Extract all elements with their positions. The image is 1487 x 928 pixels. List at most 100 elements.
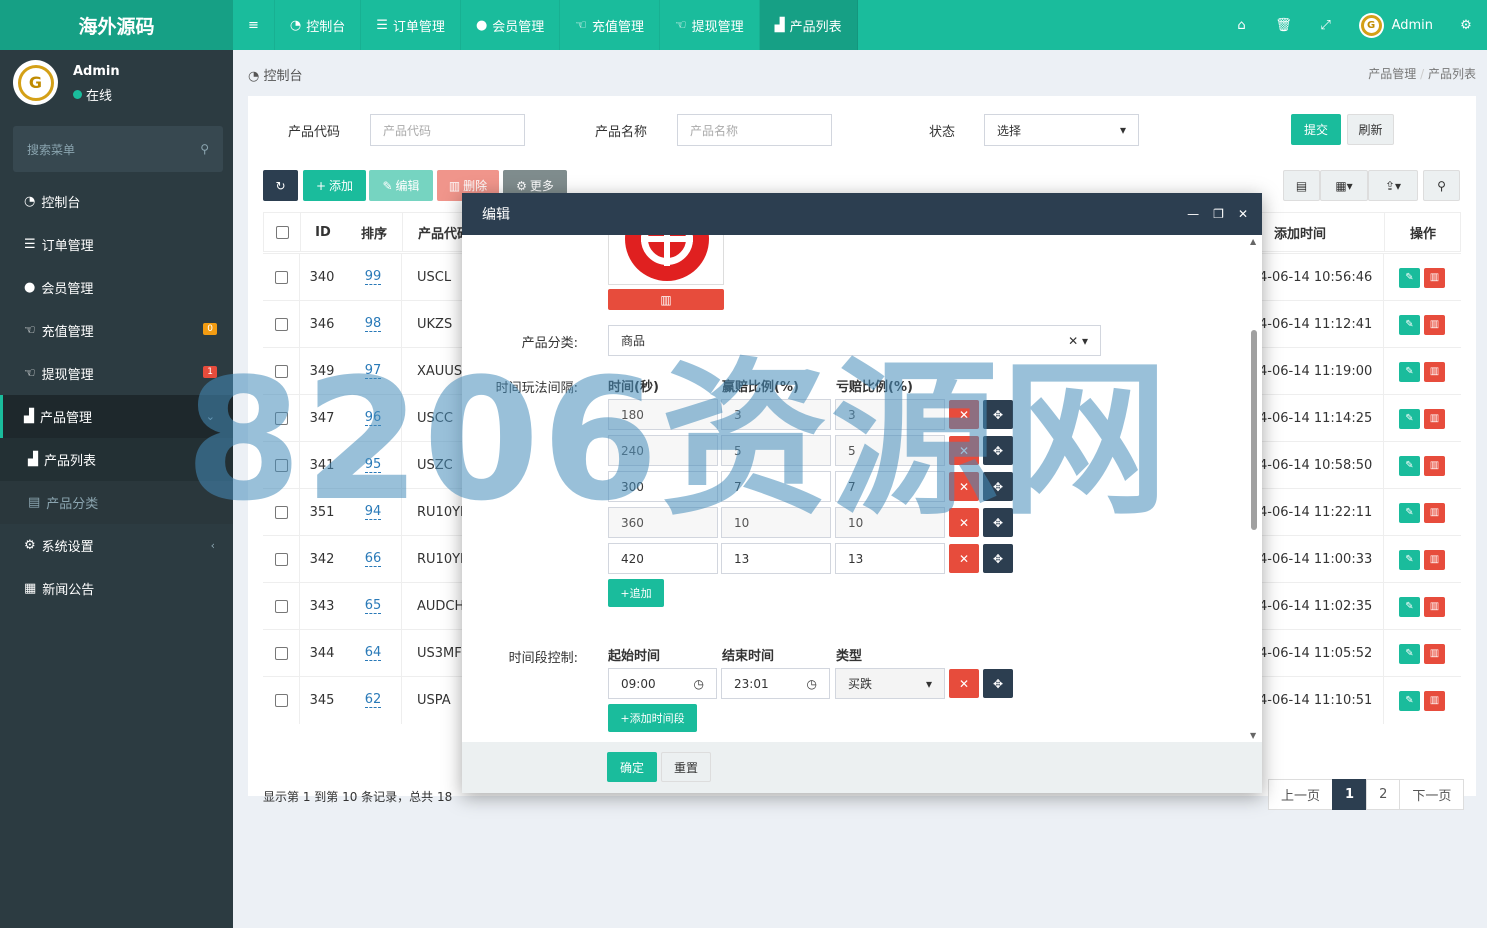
topnav-withdraw[interactable]: ☜ 提现管理 bbox=[660, 0, 760, 50]
interval-win-input[interactable]: 7 bbox=[721, 471, 831, 502]
interval-win-input[interactable]: 3 bbox=[721, 399, 831, 430]
interval-loss-input[interactable]: 3 bbox=[835, 399, 945, 430]
add-period-button[interactable]: + 添加时间段 bbox=[608, 704, 697, 732]
dialog-scrollbar[interactable]: ▲ ▼ bbox=[1250, 235, 1258, 742]
reload-button[interactable]: ↻ bbox=[263, 170, 298, 201]
reset-button[interactable]: 重置 bbox=[661, 752, 711, 782]
code-input[interactable]: 产品代码 bbox=[370, 114, 525, 146]
interval-time-input[interactable]: 180 bbox=[608, 399, 718, 430]
maximize-icon[interactable]: ❐ bbox=[1213, 207, 1224, 221]
scroll-down-icon[interactable]: ▼ bbox=[1250, 731, 1256, 740]
fullscreen-icon[interactable]: ⤢ bbox=[1305, 0, 1347, 50]
page-2-button[interactable]: 2 bbox=[1366, 779, 1401, 810]
remove-image-button[interactable]: ▥ bbox=[608, 289, 724, 310]
row-edit-button[interactable]: ✎ bbox=[1399, 455, 1420, 476]
header-sort[interactable]: 排序 bbox=[346, 213, 402, 251]
refresh-button[interactable]: 刷新 bbox=[1347, 114, 1394, 145]
home-icon[interactable]: ⌂ bbox=[1221, 0, 1263, 50]
interval-time-input[interactable]: 300 bbox=[608, 471, 718, 502]
interval-win-input[interactable]: 13 bbox=[721, 543, 831, 574]
sidebar-item-product-category[interactable]: ▤ 产品分类 bbox=[0, 481, 233, 524]
row-edit-button[interactable]: ✎ bbox=[1399, 502, 1420, 523]
row-sort[interactable]: 97 bbox=[364, 364, 382, 379]
row-sort[interactable]: 95 bbox=[364, 458, 382, 473]
user-menu[interactable]: G Admin bbox=[1347, 12, 1445, 38]
row-sort[interactable]: 66 bbox=[364, 552, 382, 567]
row-edit-button[interactable]: ✎ bbox=[1399, 549, 1420, 570]
interval-win-input[interactable]: 10 bbox=[721, 507, 831, 538]
row-delete-button[interactable]: ▥ bbox=[1424, 455, 1445, 476]
interval-time-input[interactable]: 420 bbox=[608, 543, 718, 574]
row-edit-button[interactable]: ✎ bbox=[1399, 596, 1420, 617]
topnav-orders[interactable]: ☰ 订单管理 bbox=[361, 0, 461, 50]
sidebar-toggle-button[interactable]: ≡ bbox=[233, 0, 275, 50]
start-time-input[interactable]: 09:00 ◷ bbox=[608, 668, 717, 699]
sidebar-item-settings[interactable]: ⚙ 系统设置 ‹ bbox=[0, 524, 233, 567]
drag-period-handle[interactable]: ✥ bbox=[983, 669, 1013, 698]
row-checkbox[interactable] bbox=[274, 271, 288, 284]
row-delete-button[interactable]: ▥ bbox=[1424, 596, 1445, 617]
name-input[interactable]: 产品名称 bbox=[677, 114, 832, 146]
row-edit-button[interactable]: ✎ bbox=[1399, 690, 1420, 711]
drag-interval-handle[interactable]: ✥ bbox=[983, 472, 1013, 501]
row-checkbox[interactable] bbox=[274, 459, 288, 472]
topnav-recharge[interactable]: ☜ 充值管理 bbox=[560, 0, 660, 50]
sidebar-item-members[interactable]: ● 会员管理 bbox=[0, 266, 233, 309]
edit-button[interactable]: ✎ 编辑 bbox=[369, 170, 433, 201]
row-delete-button[interactable]: ▥ bbox=[1424, 643, 1445, 664]
search-button[interactable]: ⚲ bbox=[1423, 170, 1460, 201]
drag-interval-handle[interactable]: ✥ bbox=[983, 400, 1013, 429]
row-sort[interactable]: 96 bbox=[364, 411, 382, 426]
topnav-products[interactable]: ▟ 产品列表 bbox=[759, 0, 858, 50]
search-icon[interactable]: ⚲ bbox=[200, 142, 209, 156]
row-edit-button[interactable]: ✎ bbox=[1399, 267, 1420, 288]
drag-interval-handle[interactable]: ✥ bbox=[983, 436, 1013, 465]
row-edit-button[interactable]: ✎ bbox=[1399, 408, 1420, 429]
row-sort[interactable]: 94 bbox=[364, 505, 382, 520]
header-id[interactable]: ID bbox=[300, 213, 346, 251]
page-1-button[interactable]: 1 bbox=[1332, 779, 1368, 810]
remove-interval-button[interactable]: ✕ bbox=[949, 400, 979, 429]
row-sort[interactable]: 64 bbox=[364, 646, 382, 661]
next-page-button[interactable]: 下一页 bbox=[1399, 779, 1465, 810]
row-delete-button[interactable]: ▥ bbox=[1424, 690, 1445, 711]
interval-loss-input[interactable]: 7 bbox=[835, 471, 945, 502]
interval-win-input[interactable]: 5 bbox=[721, 435, 831, 466]
interval-time-input[interactable]: 240 bbox=[608, 435, 718, 466]
brand-logo[interactable]: 海外源码 bbox=[0, 0, 233, 50]
row-edit-button[interactable]: ✎ bbox=[1399, 361, 1420, 382]
remove-interval-button[interactable]: ✕ bbox=[949, 544, 979, 573]
interval-loss-input[interactable]: 13 bbox=[835, 543, 945, 574]
trash-icon[interactable]: 🗑 bbox=[1263, 0, 1305, 50]
sidebar-item-orders[interactable]: ☰ 订单管理 bbox=[0, 223, 233, 266]
row-checkbox[interactable] bbox=[274, 694, 288, 707]
sidebar-search-input[interactable]: 搜索菜单 ⚲ bbox=[13, 126, 223, 172]
sidebar-item-news[interactable]: ▦ 新闻公告 bbox=[0, 567, 233, 610]
row-delete-button[interactable]: ▥ bbox=[1424, 361, 1445, 382]
topnav-members[interactable]: ● 会员管理 bbox=[461, 0, 561, 50]
row-delete-button[interactable]: ▥ bbox=[1424, 267, 1445, 288]
close-icon[interactable]: ✕ bbox=[1238, 207, 1248, 221]
confirm-button[interactable]: 确定 bbox=[607, 752, 657, 782]
row-edit-button[interactable]: ✎ bbox=[1399, 643, 1420, 664]
sidebar-item-recharge[interactable]: ☜ 充值管理 0 bbox=[0, 309, 233, 352]
row-sort[interactable]: 62 bbox=[364, 693, 382, 708]
end-time-input[interactable]: 23:01 ◷ bbox=[721, 668, 830, 699]
append-button[interactable]: + 追加 bbox=[608, 579, 664, 607]
scrollbar-thumb[interactable] bbox=[1251, 330, 1257, 530]
status-select[interactable]: 选择 ▾ bbox=[984, 114, 1139, 146]
export-button[interactable]: ⇪▾ bbox=[1368, 170, 1418, 201]
row-checkbox[interactable] bbox=[274, 506, 288, 519]
row-checkbox[interactable] bbox=[274, 318, 288, 331]
submit-button[interactable]: 提交 bbox=[1291, 114, 1341, 145]
row-delete-button[interactable]: ▥ bbox=[1424, 314, 1445, 335]
select-all-checkbox[interactable] bbox=[275, 225, 289, 239]
interval-loss-input[interactable]: 10 bbox=[835, 507, 945, 538]
sidebar-item-product-list[interactable]: ▟ 产品列表 bbox=[0, 438, 233, 481]
toggle-view-button[interactable]: ▤ bbox=[1283, 170, 1320, 201]
drag-interval-handle[interactable]: ✥ bbox=[983, 544, 1013, 573]
row-checkbox[interactable] bbox=[274, 600, 288, 613]
category-select[interactable]: 商品 ✕ ▾ bbox=[608, 325, 1101, 356]
scroll-up-icon[interactable]: ▲ bbox=[1250, 237, 1256, 246]
row-sort[interactable]: 65 bbox=[364, 599, 382, 614]
